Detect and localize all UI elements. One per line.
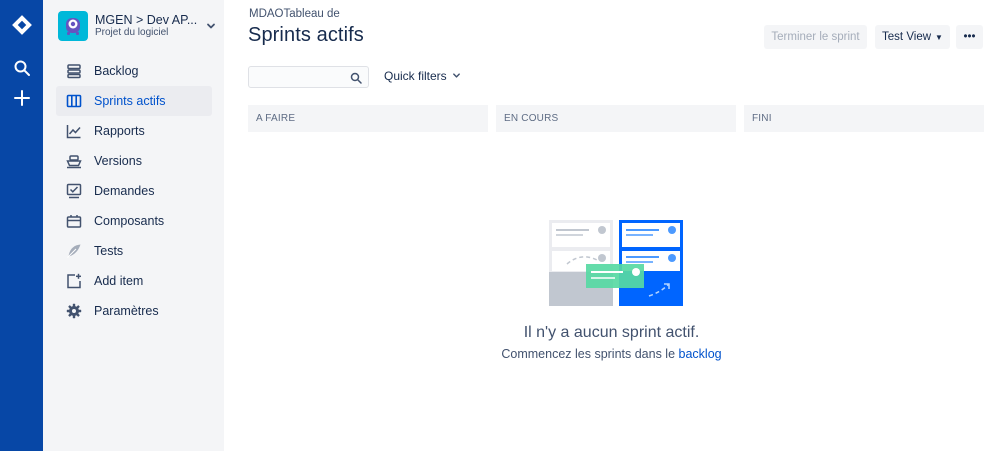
sidebar-item-label: Backlog bbox=[94, 64, 139, 78]
project-avatar-icon bbox=[58, 11, 88, 41]
global-nav bbox=[0, 0, 43, 451]
backlog-icon bbox=[65, 62, 83, 80]
chevron-down-icon[interactable] bbox=[204, 19, 218, 33]
sidebar-item-tests[interactable]: Tests bbox=[56, 236, 212, 266]
sidebar-item-backlog[interactable]: Backlog bbox=[56, 56, 212, 86]
sidebar-item-rapports[interactable]: Rapports bbox=[56, 116, 212, 146]
sidebar-item-label: Versions bbox=[94, 154, 142, 168]
column-header-in-progress: EN COURS bbox=[496, 105, 736, 132]
sidebar-item-sprints-actifs[interactable]: Sprints actifs bbox=[56, 86, 212, 116]
empty-state-subtitle-text: Commencez les sprints dans le bbox=[501, 347, 676, 361]
empty-state-subtitle: Commencez les sprints dans le backlog bbox=[224, 347, 999, 361]
caret-down-icon: ▼ bbox=[935, 32, 943, 42]
complete-sprint-button[interactable]: Terminer le sprint bbox=[764, 25, 867, 49]
project-switcher[interactable]: MGEN > Dev AP... Projet du logiciel bbox=[58, 10, 218, 42]
board-icon bbox=[65, 92, 83, 110]
page-title: Sprints actifs bbox=[248, 24, 364, 46]
sidebar-nav: Backlog Sprints actifs Rapports Versions… bbox=[56, 56, 212, 326]
sidebar-item-label: Tests bbox=[94, 244, 124, 258]
sidebar-item-parametres[interactable]: Paramètres bbox=[56, 296, 212, 326]
project-type: Projet du logiciel bbox=[95, 27, 169, 38]
feather-icon bbox=[65, 242, 83, 260]
view-selector-label: Test View bbox=[882, 31, 932, 43]
sidebar-item-demandes[interactable]: Demandes bbox=[56, 176, 212, 206]
sidebar-item-label: Sprints actifs bbox=[94, 94, 166, 108]
main-content: MDAOTableau de Sprints actifs Terminer l… bbox=[224, 0, 999, 451]
sidebar-item-versions[interactable]: Versions bbox=[56, 146, 212, 176]
search-icon[interactable] bbox=[350, 71, 362, 84]
jira-logo-icon[interactable] bbox=[0, 10, 43, 40]
chevron-down-icon bbox=[452, 69, 461, 83]
sidebar-item-composants[interactable]: Composants bbox=[56, 206, 212, 236]
gear-icon bbox=[65, 302, 83, 320]
empty-state-title: Il n'y a aucun sprint actif. bbox=[523, 324, 700, 341]
view-selector-button[interactable]: Test View ▼ bbox=[875, 25, 950, 49]
quick-filters-dropdown[interactable]: Quick filters bbox=[384, 69, 461, 83]
quick-filters-label: Quick filters bbox=[384, 69, 447, 83]
ship-icon bbox=[65, 152, 83, 170]
sidebar-item-label: Rapports bbox=[94, 124, 145, 138]
project-name: MGEN > Dev AP... bbox=[95, 13, 198, 27]
breadcrumb[interactable]: MDAOTableau de bbox=[249, 8, 340, 20]
plus-icon[interactable] bbox=[0, 86, 43, 110]
sidebar-item-label: Composants bbox=[94, 214, 165, 228]
sidebar-item-label: Paramètres bbox=[94, 304, 159, 318]
component-icon bbox=[65, 212, 83, 230]
search-icon[interactable] bbox=[0, 56, 43, 80]
sidebar-item-label: Demandes bbox=[94, 184, 155, 198]
add-item-icon bbox=[65, 272, 83, 290]
empty-board-illustration bbox=[549, 220, 683, 306]
sidebar-item-add-item[interactable]: Add item bbox=[56, 266, 212, 296]
project-sidebar: MGEN > Dev AP... Projet du logiciel Back… bbox=[43, 0, 224, 451]
issues-icon bbox=[65, 182, 83, 200]
more-actions-button[interactable]: ••• bbox=[956, 25, 983, 49]
sidebar-item-label: Add item bbox=[94, 274, 144, 288]
board-search bbox=[248, 66, 369, 88]
chart-icon bbox=[65, 122, 83, 140]
column-header-done: FINI bbox=[744, 105, 984, 132]
backlog-link[interactable]: backlog bbox=[679, 347, 722, 361]
column-header-todo: A FAIRE bbox=[248, 105, 488, 132]
search-input[interactable] bbox=[249, 67, 349, 87]
